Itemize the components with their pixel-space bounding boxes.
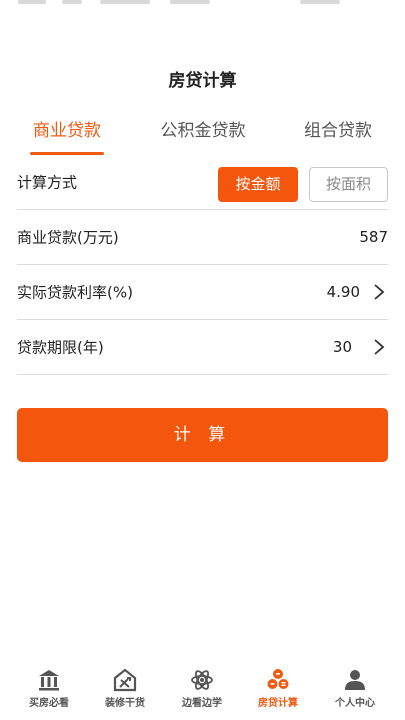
loan-rate-value: 4.90 (326, 283, 360, 301)
calculate-button[interactable]: 计 算 (17, 408, 388, 462)
nav-label: 个人中心 (335, 698, 375, 709)
tab-combined-loan[interactable]: 组合贷款 (300, 116, 376, 141)
by-area-button[interactable]: 按面积 (309, 167, 388, 202)
house-tools-icon (113, 668, 137, 692)
loan-amount-value[interactable]: 587 (359, 228, 388, 246)
loan-term-value: 30 (332, 338, 352, 356)
nav-label: 边看边学 (182, 698, 222, 709)
loan-rate-row[interactable]: 实际贷款利率(%) 4.90 (17, 265, 388, 320)
atom-icon (191, 670, 213, 690)
nav-item-house-buying-guide[interactable]: 买房必看 (12, 668, 86, 709)
nav-item-learn-while-watching[interactable]: 边看边学 (165, 668, 239, 709)
loan-term-row[interactable]: 贷款期限(年) 30 (17, 320, 388, 375)
chevron-right-icon[interactable] (372, 338, 386, 356)
status-bar (0, 0, 405, 8)
loan-amount-row[interactable]: 商业贷款(万元) 587 (17, 210, 388, 265)
loan-amount-label: 商业贷款(万元) (17, 228, 119, 247)
loan-term-label: 贷款期限(年) (17, 338, 104, 357)
bottom-nav: 买房必看 装修干货 边看边学 房贷计算 个人中心 (0, 660, 405, 720)
nav-item-decoration-tips[interactable]: 装修干货 (88, 668, 162, 709)
nav-label: 买房必看 (29, 698, 69, 709)
nav-label: 装修干货 (105, 698, 145, 709)
tab-commercial-loan[interactable]: 商业贷款 (30, 116, 104, 141)
nav-item-personal-center[interactable]: 个人中心 (318, 668, 392, 709)
nav-item-mortgage-calculator[interactable]: 房贷计算 (241, 668, 315, 709)
by-amount-button[interactable]: 按金额 (218, 167, 298, 202)
page-title: 房贷计算 (168, 71, 237, 91)
coins-icon (267, 669, 289, 689)
calc-method-label: 计算方式 (17, 173, 78, 192)
loan-type-tabs: 商业贷款 公积金贷款 组合贷款 (0, 116, 405, 156)
loan-rate-label: 实际贷款利率(%) (17, 283, 133, 302)
bank-icon (39, 670, 59, 691)
nav-label: 房贷计算 (258, 698, 298, 709)
person-icon (345, 670, 365, 690)
calc-method-row: 计算方式 按金额 按面积 (17, 155, 388, 210)
chevron-right-icon[interactable] (372, 283, 386, 301)
tab-provident-fund-loan[interactable]: 公积金贷款 (157, 116, 249, 141)
